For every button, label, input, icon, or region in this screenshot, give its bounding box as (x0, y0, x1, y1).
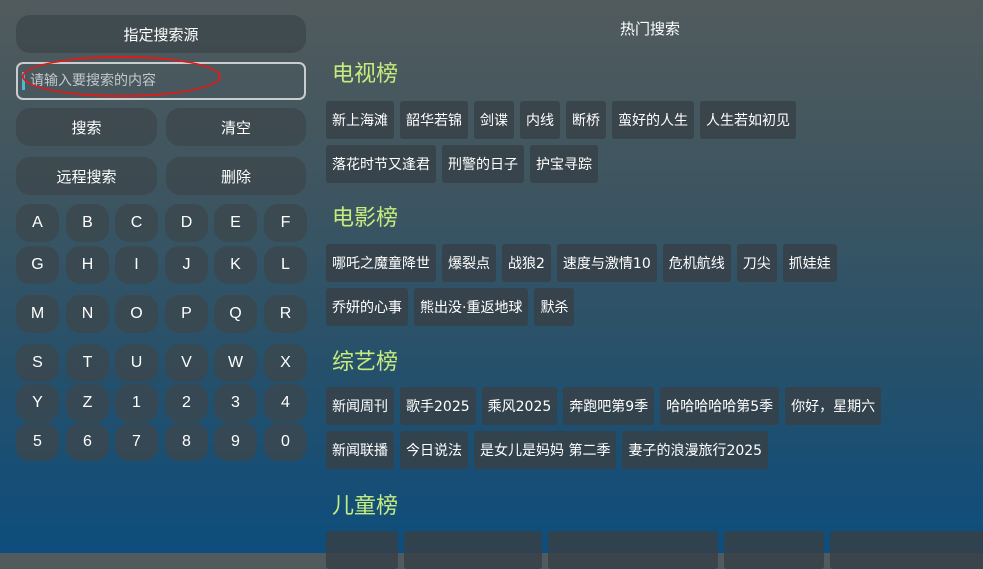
key-s[interactable]: S (16, 344, 59, 382)
hot-search-title: 热门搜索 (619, 20, 680, 38)
hot-tag[interactable]: 内线 (520, 101, 560, 139)
key-g[interactable]: G (16, 246, 59, 284)
search-button[interactable]: 搜索 (16, 108, 157, 146)
hot-tag[interactable]: 蛮好的人生 (612, 101, 694, 139)
key-7[interactable]: 7 (115, 423, 158, 461)
tag-row-tv-2: 落花时节又逢君 刑警的日子 护宝寻踪 (326, 145, 598, 183)
hot-tag[interactable]: 新闻联播 (326, 431, 394, 469)
hot-tag[interactable]: 人生若如初见 (700, 101, 796, 139)
hot-tag[interactable]: 爆裂点 (442, 244, 496, 282)
search-input[interactable] (16, 62, 306, 100)
key-f[interactable]: F (264, 204, 307, 242)
hot-tag[interactable]: 新上海滩 (326, 101, 394, 139)
key-e[interactable]: E (214, 204, 257, 242)
key-v[interactable]: V (165, 344, 208, 382)
key-c[interactable]: C (115, 204, 158, 242)
key-z[interactable]: Z (66, 384, 109, 422)
key-9[interactable]: 9 (214, 423, 257, 461)
tag-row-movie-1: 哪吒之魔童降世 爆裂点 战狼2 速度与激情10 危机航线 刀尖 抓娃娃 (326, 244, 837, 282)
search-source-button[interactable]: 指定搜索源 (16, 15, 306, 53)
key-p[interactable]: P (165, 295, 208, 333)
hot-tag[interactable]: 落花时节又逢君 (326, 145, 436, 183)
text-caret (22, 72, 25, 90)
key-u[interactable]: U (115, 344, 158, 382)
hot-tag[interactable]: 妻子的浪漫旅行2025 (622, 431, 769, 469)
tag-row-tv-1: 新上海滩 韶华若锦 剑谍 内线 断桥 蛮好的人生 人生若如初见 (326, 101, 796, 139)
hot-tag[interactable]: 危机航线 (662, 244, 731, 282)
hot-tag[interactable] (830, 531, 983, 569)
key-4[interactable]: 4 (264, 384, 307, 422)
category-title-variety: 综艺榜 (332, 350, 399, 375)
hot-tag[interactable]: 断桥 (566, 101, 606, 139)
key-r[interactable]: R (264, 295, 307, 333)
key-y[interactable]: Y (16, 384, 59, 422)
hot-tag[interactable]: 默杀 (534, 288, 575, 326)
hot-tag[interactable]: 是女儿是妈妈 第二季 (474, 431, 617, 469)
key-o[interactable]: O (115, 295, 158, 333)
key-l[interactable]: L (264, 246, 307, 284)
key-m[interactable]: M (16, 295, 59, 333)
hot-tag[interactable]: 护宝寻踪 (530, 145, 598, 183)
tag-row-variety-2: 新闻联播 今日说法 是女儿是妈妈 第二季 妻子的浪漫旅行2025 (326, 431, 769, 469)
key-b[interactable]: B (66, 204, 109, 242)
hot-tag[interactable]: 哪吒之魔童降世 (326, 244, 436, 282)
hot-tag[interactable]: 熊出没·重返地球 (414, 288, 529, 326)
hot-tag[interactable]: 哈哈哈哈哈第5季 (660, 387, 780, 425)
hot-tag[interactable]: 战狼2 (502, 244, 551, 282)
hot-tag[interactable] (326, 531, 398, 569)
key-2[interactable]: 2 (165, 384, 208, 422)
hot-tag[interactable]: 新闻周刊 (326, 387, 394, 425)
key-d[interactable]: D (165, 204, 208, 242)
hot-tag[interactable]: 剑谍 (474, 101, 514, 139)
key-5[interactable]: 5 (16, 423, 59, 461)
hot-tag[interactable]: 速度与激情10 (556, 244, 657, 282)
key-0[interactable]: 0 (264, 423, 307, 461)
key-1[interactable]: 1 (115, 384, 158, 422)
hot-tag[interactable]: 歌手2025 (400, 387, 476, 425)
hot-tag[interactable]: 抓娃娃 (782, 244, 837, 282)
tag-row-kids-1 (326, 531, 983, 569)
key-t[interactable]: T (66, 344, 109, 382)
key-h[interactable]: H (66, 246, 109, 284)
key-i[interactable]: I (115, 246, 158, 284)
hot-tag[interactable] (548, 531, 718, 569)
hot-tag[interactable]: 今日说法 (400, 431, 468, 469)
key-w[interactable]: W (214, 344, 257, 382)
hot-tag[interactable] (404, 531, 542, 569)
key-6[interactable]: 6 (66, 423, 109, 461)
key-3[interactable]: 3 (214, 384, 257, 422)
hot-tag[interactable]: 你好，星期六 (785, 387, 882, 425)
hot-tag[interactable]: 乘风2025 (481, 387, 558, 425)
hot-tag[interactable] (724, 531, 824, 569)
key-q[interactable]: Q (214, 295, 257, 333)
category-title-tv: 电视榜 (332, 62, 399, 87)
key-a[interactable]: A (16, 204, 59, 242)
remote-search-button[interactable]: 远程搜索 (16, 157, 157, 195)
hot-tag[interactable]: 乔妍的心事 (326, 288, 408, 326)
hot-tag[interactable]: 奔跑吧第9季 (563, 387, 655, 425)
hot-tag[interactable]: 韶华若锦 (400, 101, 468, 139)
category-title-movie: 电影榜 (332, 206, 399, 231)
key-8[interactable]: 8 (165, 423, 208, 461)
tag-row-movie-2: 乔妍的心事 熊出没·重返地球 默杀 (326, 288, 575, 326)
category-title-kids: 儿童榜 (332, 494, 399, 519)
hot-tag[interactable]: 刑警的日子 (442, 145, 524, 183)
clear-button[interactable]: 清空 (166, 108, 306, 146)
delete-button[interactable]: 删除 (166, 157, 306, 195)
hot-tag[interactable]: 刀尖 (736, 244, 777, 282)
key-j[interactable]: J (165, 246, 208, 284)
key-k[interactable]: K (214, 246, 257, 284)
key-n[interactable]: N (66, 295, 109, 333)
tag-row-variety-1: 新闻周刊 歌手2025 乘风2025 奔跑吧第9季 哈哈哈哈哈第5季 你好，星期… (326, 387, 882, 425)
key-x[interactable]: X (264, 344, 307, 382)
